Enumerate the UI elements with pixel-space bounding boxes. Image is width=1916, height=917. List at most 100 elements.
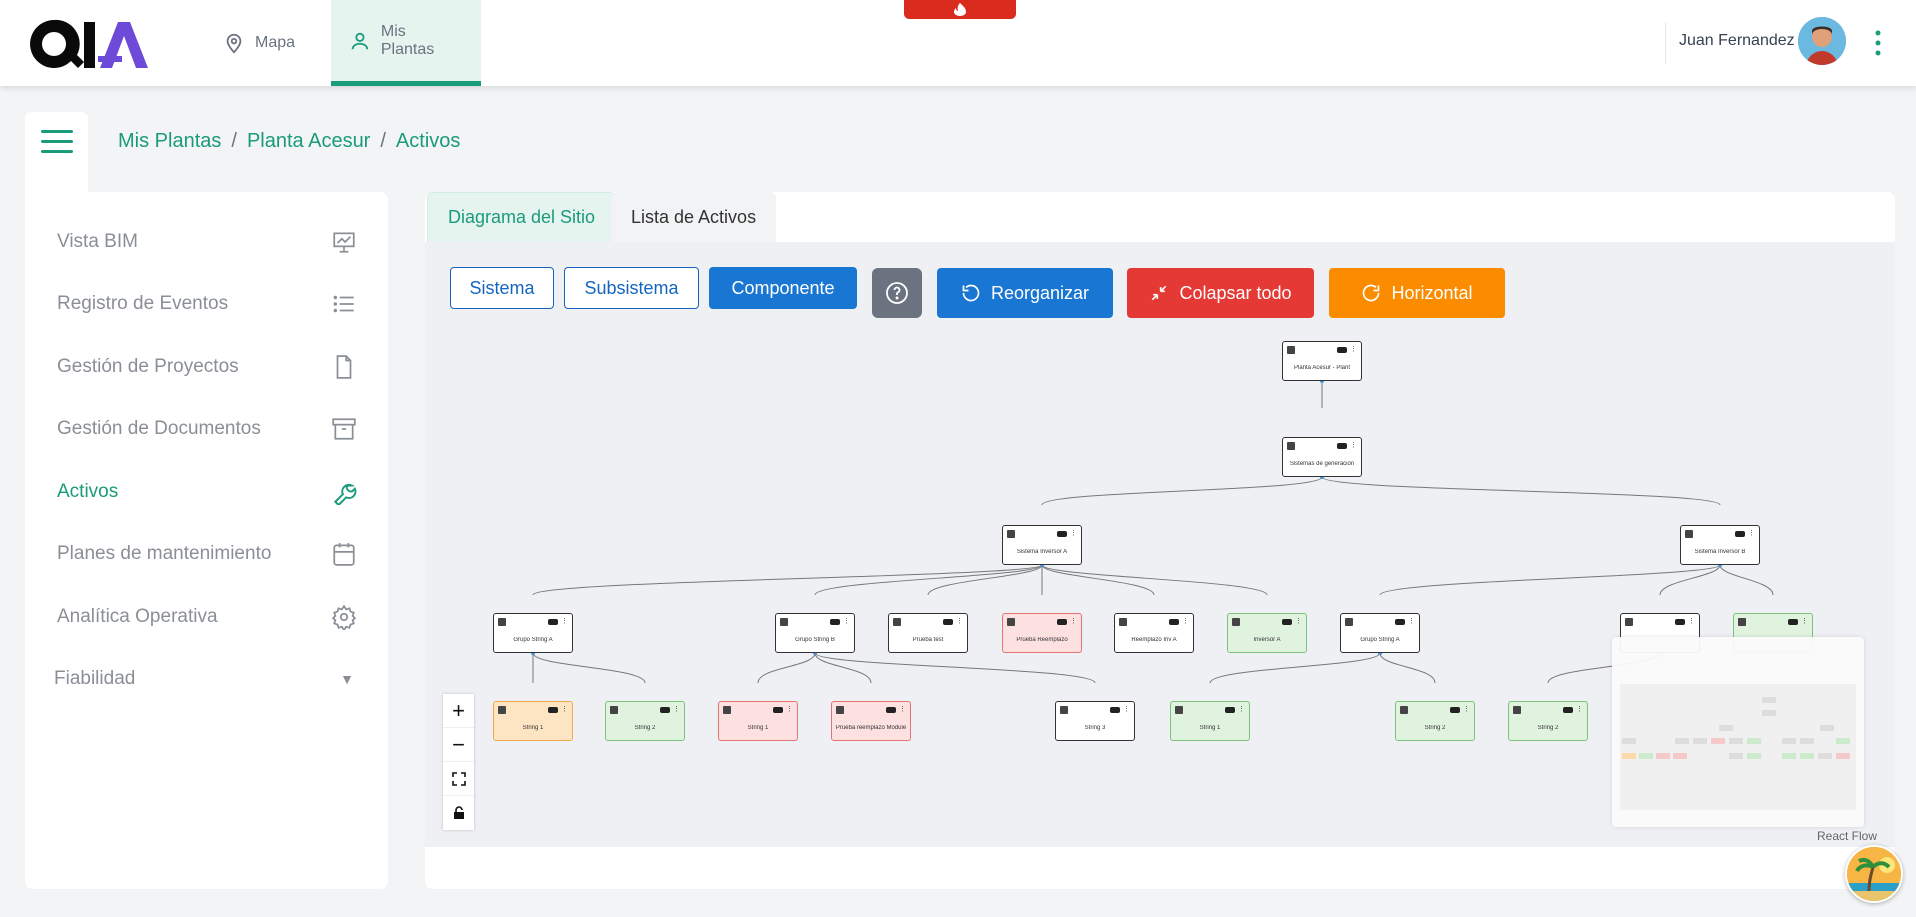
fit-view-button[interactable] (443, 762, 474, 796)
sidebar-item-vista-bim[interactable]: Vista BIM (57, 222, 357, 262)
fit-view-icon (451, 771, 466, 786)
node-menu-icon[interactable]: ⋮ (899, 705, 906, 713)
node-badge (1788, 619, 1798, 625)
node-badge (1169, 619, 1179, 625)
sidebar-item-fiabilidad[interactable]: Fiabilidad ▼ (54, 659, 354, 699)
sidebar-item-gestion-documentos[interactable]: Gestión de Documentos (57, 409, 357, 449)
node-menu-icon[interactable]: ⋮ (1295, 617, 1302, 625)
node-menu-icon[interactable]: ⋮ (956, 617, 963, 625)
diagram-node[interactable]: ⋮ Prueba Reemplazo (1002, 613, 1082, 653)
node-menu-icon[interactable]: ⋮ (1688, 617, 1695, 625)
breadcrumb-planta[interactable]: Planta Acesur (247, 130, 370, 153)
node-badge (943, 619, 953, 625)
node-title: String 1 (1199, 725, 1221, 731)
main-panel: Diagrama del Sitio Lista de Activos Sist… (425, 192, 1895, 889)
sistema-button[interactable]: Sistema (450, 267, 554, 309)
diagram-node[interactable]: ⋮ Planta Acesur - Plant (1282, 341, 1362, 381)
top-bar: Mapa Mis Plantas Juan Fernandez (0, 0, 1916, 86)
sidebar-item-analitica-operativa[interactable]: Analítica Operativa (57, 597, 357, 637)
node-menu-icon[interactable]: ⋮ (1070, 617, 1077, 625)
diagram-node[interactable]: ⋮ Grupo String B (775, 613, 855, 653)
diagram-node[interactable]: ⋮ String 2 (1508, 701, 1588, 741)
node-title: Grupo String A (1360, 637, 1400, 643)
nav-map[interactable]: Mapa (205, 0, 313, 86)
sidebar-item-gestion-proyectos[interactable]: Gestión de Proyectos (57, 347, 357, 387)
nav-mis-plantas[interactable]: Mis Plantas (331, 0, 481, 86)
diagram-node[interactable]: ⋮ String 1 (1170, 701, 1250, 741)
zoom-in-button[interactable]: + (443, 694, 474, 728)
node-type-icon (1287, 346, 1295, 354)
node-badge (1337, 347, 1347, 353)
diagram-node[interactable]: ⋮ Prueba reemplazo Module (831, 701, 911, 741)
node-menu-icon[interactable]: ⋮ (843, 617, 850, 625)
user-icon (351, 32, 369, 49)
componente-button[interactable]: Componente (709, 267, 857, 309)
alert-tab[interactable] (904, 0, 1016, 19)
horizontal-button[interactable]: Horizontal (1329, 268, 1505, 318)
node-type-icon (1007, 618, 1015, 626)
node-menu-icon[interactable]: ⋮ (1350, 345, 1357, 353)
sidebar-item-planes-mantenimiento[interactable]: Planes de mantenimiento (57, 534, 357, 574)
diagram-node[interactable]: ⋮ String 2 (605, 701, 685, 741)
node-type-icon (1232, 618, 1240, 626)
node-menu-icon[interactable]: ⋮ (1801, 617, 1808, 625)
node-type-icon (1287, 442, 1295, 450)
diagram-node[interactable]: ⋮ String 2 (1395, 701, 1475, 741)
reorganizar-label: Reorganizar (990, 282, 1090, 303)
diagram-node[interactable]: ⋮ Prueba test (888, 613, 968, 653)
node-menu-icon[interactable]: ⋮ (1463, 705, 1470, 713)
breadcrumb-activos[interactable]: Activos (396, 130, 460, 153)
diagram-canvas[interactable]: Sistema Subsistema Componente Reorganiza… (425, 242, 1895, 847)
assistant-avatar[interactable] (1845, 845, 1903, 903)
diagram-node[interactable]: ⋮ Sistemas de generación (1282, 437, 1362, 477)
zoom-out-button[interactable]: − (443, 728, 474, 762)
tab-diagrama-sitio[interactable]: Diagrama del Sitio (427, 192, 617, 242)
node-menu-icon[interactable]: ⋮ (1070, 529, 1077, 537)
diagram-node[interactable]: ⋮ String 1 (493, 701, 573, 741)
node-menu-icon[interactable]: ⋮ (561, 705, 568, 713)
calendar-icon (333, 543, 355, 566)
more-vertical-icon[interactable] (1874, 28, 1882, 58)
diagram-node[interactable]: ⋮ Sistema Inversor A (1002, 525, 1082, 565)
avatar[interactable] (1798, 17, 1846, 65)
lock-button[interactable] (443, 796, 474, 830)
node-menu-icon[interactable]: ⋮ (673, 705, 680, 713)
node-menu-icon[interactable]: ⋮ (561, 617, 568, 625)
node-menu-icon[interactable]: ⋮ (1748, 529, 1755, 537)
node-menu-icon[interactable]: ⋮ (1350, 441, 1357, 449)
diagram-node[interactable]: ⋮ Grupo String A (493, 613, 573, 653)
node-title: Prueba Reemplazo (1016, 637, 1068, 643)
react-flow-attribution[interactable]: React Flow (1817, 829, 1877, 843)
diagram-node[interactable]: ⋮ String 3 (1055, 701, 1135, 741)
reorganizar-button[interactable]: Reorganizar (937, 268, 1113, 318)
diagram-node[interactable]: ⋮ Inversor A (1227, 613, 1307, 653)
node-title: Grupo String A (513, 637, 553, 643)
breadcrumb-mis-plantas[interactable]: Mis Plantas (118, 130, 221, 153)
node-badge (1450, 707, 1460, 713)
node-menu-icon[interactable]: ⋮ (786, 705, 793, 713)
node-title: Sistema Inversor A (1016, 549, 1068, 555)
node-badge (1282, 619, 1292, 625)
qia-logo[interactable] (28, 16, 152, 72)
node-title: Prueba reemplazo Module (835, 725, 907, 731)
sidebar-item-activos[interactable]: Activos (57, 472, 357, 512)
colapsar-todo-button[interactable]: Colapsar todo (1127, 268, 1314, 318)
diagram-node[interactable]: ⋮ Grupo String A (1340, 613, 1420, 653)
user-name[interactable]: Juan Fernandez (1679, 32, 1795, 50)
node-type-icon (498, 618, 506, 626)
node-menu-icon[interactable]: ⋮ (1576, 705, 1583, 713)
diagram-node[interactable]: ⋮ String 1 (718, 701, 798, 741)
subsistema-button[interactable]: Subsistema (564, 267, 699, 309)
help-button[interactable] (872, 268, 922, 318)
menu-toggle-button[interactable] (25, 112, 88, 192)
node-type-icon (1345, 618, 1353, 626)
minimap[interactable] (1612, 637, 1864, 827)
diagram-node[interactable]: ⋮ Sistema Inversor B (1680, 525, 1760, 565)
tab-lista-activos[interactable]: Lista de Activos (611, 192, 777, 242)
sidebar-item-registro-eventos[interactable]: Registro de Eventos (57, 284, 357, 324)
node-menu-icon[interactable]: ⋮ (1182, 617, 1189, 625)
node-menu-icon[interactable]: ⋮ (1238, 705, 1245, 713)
node-menu-icon[interactable]: ⋮ (1408, 617, 1415, 625)
diagram-node[interactable]: ⋮ Reemplazo Inv A (1114, 613, 1194, 653)
node-menu-icon[interactable]: ⋮ (1123, 705, 1130, 713)
